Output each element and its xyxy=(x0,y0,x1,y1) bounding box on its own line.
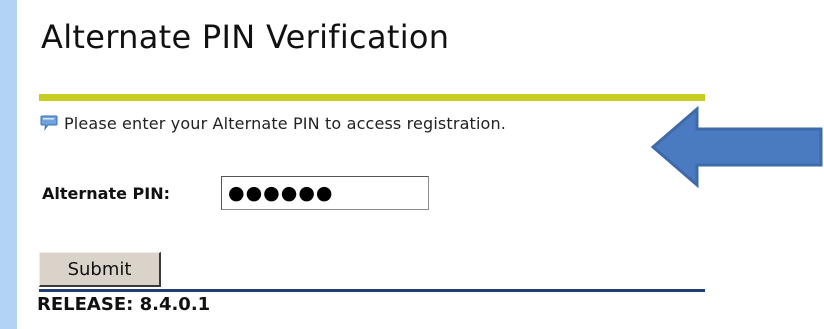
info-speech-icon xyxy=(40,115,58,131)
submit-button[interactable]: Submit xyxy=(39,252,161,287)
alternate-pin-input[interactable] xyxy=(221,176,429,210)
info-message: Please enter your Alternate PIN to acces… xyxy=(40,112,506,134)
info-text: Please enter your Alternate PIN to acces… xyxy=(64,113,507,133)
alternate-pin-label: Alternate PIN: xyxy=(42,184,170,203)
yellow-divider xyxy=(39,94,705,101)
release-version: RELEASE: 8.4.0.1 xyxy=(37,294,211,315)
blue-divider xyxy=(39,289,705,292)
page-title: Alternate PIN Verification xyxy=(41,18,450,56)
left-arrow-icon xyxy=(650,105,823,189)
